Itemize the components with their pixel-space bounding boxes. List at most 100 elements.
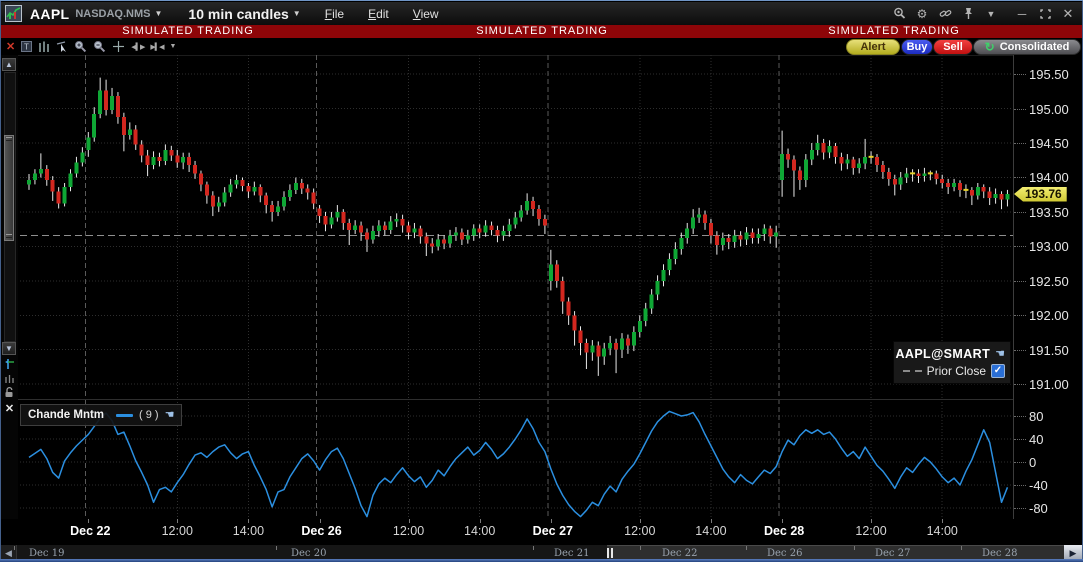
unlock-icon[interactable] (3, 386, 16, 398)
pointer-tool-icon[interactable] (56, 40, 68, 53)
axis-tick-label: 80 (1029, 409, 1044, 424)
axis-tick (1014, 177, 1026, 179)
candle-body (916, 173, 921, 177)
candle-body (602, 348, 607, 357)
axis-tick-label: 195.50 (1029, 67, 1069, 83)
candle-body (525, 200, 530, 211)
titlebar-dropdown-icon[interactable]: ▼ (984, 7, 998, 21)
candle-body (305, 188, 310, 193)
indicator-name[interactable]: Chande Mntm (28, 409, 104, 421)
candle-body (608, 342, 613, 349)
pin-icon[interactable] (961, 7, 975, 21)
zoom-in-icon[interactable] (74, 40, 87, 53)
vertical-scrollbar-thumb[interactable] (4, 135, 14, 241)
candle-body (625, 338, 630, 346)
axis-tick (1014, 280, 1026, 282)
gear-icon[interactable]: ⚙ (915, 7, 929, 21)
candle-body (946, 183, 951, 188)
candle-body (418, 228, 423, 237)
consolidated-button[interactable]: ↻ Consolidated (973, 39, 1081, 55)
menu-file[interactable]: File (325, 7, 344, 21)
drag-hand-icon[interactable]: ☚ (165, 410, 175, 421)
candle-body (299, 183, 304, 189)
menu-view[interactable]: View (413, 7, 439, 21)
candle-doji (927, 172, 933, 175)
title-bar: AAPL NASDAQ.NMS ▼ 10 min candles ▼ File … (0, 2, 1083, 25)
axis-tick (1014, 349, 1026, 351)
prior-close-checkbox[interactable]: ✓ (991, 363, 1005, 378)
scrollbar-thumb-handle[interactable] (607, 548, 613, 558)
candle-body (406, 225, 411, 233)
candle-body (809, 149, 814, 160)
candle-body (252, 187, 257, 192)
candle-body (44, 169, 49, 181)
candle-body (667, 258, 672, 270)
candle-body (578, 330, 583, 343)
prior-close-row: Prior Close ✓ (899, 362, 1005, 379)
candle-body (222, 192, 227, 203)
close-toolbar-icon[interactable]: ✕ (6, 40, 15, 53)
chart-type-icon[interactable] (38, 40, 50, 53)
axis-tick-label: 192.50 (1029, 273, 1069, 289)
candle-body (471, 228, 476, 236)
time-tick-mark (639, 519, 641, 523)
zoom-out-icon[interactable] (93, 40, 106, 53)
time-tick-mark (871, 519, 873, 523)
close-indicator-icon[interactable]: ✕ (3, 402, 16, 415)
exchange-label[interactable]: NASDAQ.NMS (75, 8, 150, 20)
buy-button[interactable]: Buy (901, 39, 933, 55)
panel-separator[interactable] (18, 399, 1013, 400)
simulated-trading-banner: SIMULATED TRADING SIMULATED TRADING SIMU… (0, 25, 1083, 38)
candle-body (720, 238, 725, 246)
bars-panel-icon[interactable] (3, 373, 16, 385)
close-window-icon[interactable]: ✕ (1061, 6, 1075, 21)
candle-body (501, 231, 506, 236)
symbol-dropdown-icon[interactable]: ▼ (154, 9, 162, 18)
candle-body (68, 173, 73, 188)
interval-selector[interactable]: 10 min candles (188, 6, 288, 22)
candle-body (80, 152, 85, 163)
momentum-axis[interactable]: 80 40 0 -40 -80 (1014, 399, 1083, 519)
candle-body (38, 169, 43, 174)
axis-tick-label: 193.50 (1029, 204, 1069, 220)
candle-body (780, 154, 785, 181)
candle-body (424, 236, 429, 244)
text-annotation-icon[interactable]: T (21, 40, 33, 53)
legend-title[interactable]: AAPL@SMART (895, 347, 990, 361)
search-icon[interactable] (892, 7, 906, 21)
candle-body (857, 163, 862, 168)
menu-edit[interactable]: Edit (368, 7, 389, 21)
time-tick-label: 14:00 (926, 524, 958, 538)
price-chart-canvas[interactable] (18, 55, 1013, 399)
scrollbar-tick (746, 546, 747, 550)
candle-body (323, 216, 328, 225)
indicator-param[interactable]: ( 9 ) (139, 409, 159, 421)
candle-body (436, 239, 441, 247)
price-axis[interactable]: 195.50 195.00 194.50 194.00 193.50 193.00 192.… (1014, 55, 1083, 399)
toolbar-more-dropdown-icon[interactable]: ▼ (170, 40, 177, 53)
candle-body (975, 187, 980, 196)
crosshair-icon[interactable] (112, 40, 125, 53)
minimize-icon[interactable]: ─ (1015, 7, 1029, 21)
interval-dropdown-icon[interactable]: ▼ (293, 9, 301, 18)
restore-icon[interactable] (1038, 7, 1052, 21)
time-axis[interactable]: Dec 22 12:00 14:00 Dec 26 12:00 14:00 Dec 27 12… (0, 519, 1083, 544)
widen-bars-icon[interactable]: ◀▍▶ (131, 40, 145, 53)
symbol-label[interactable]: AAPL (30, 6, 69, 22)
time-tick-label: 14:00 (695, 524, 727, 538)
drag-hand-icon[interactable]: ☚ (995, 348, 1005, 359)
candle-body (584, 342, 589, 353)
candle-body (353, 225, 358, 230)
narrow-bars-icon[interactable]: ▶▍◀ (150, 40, 164, 53)
sell-button[interactable]: Sell (933, 39, 973, 55)
axis-tick-label: 192.00 (1029, 308, 1069, 324)
scroll-up-button[interactable]: ▲ (2, 58, 16, 71)
candle-body (892, 178, 897, 185)
link-icon[interactable] (938, 7, 952, 21)
candle-body (851, 159, 856, 168)
drawing-tool-icon[interactable] (3, 358, 16, 370)
scrollbar-tick (276, 546, 277, 550)
alert-button[interactable]: Alert (846, 39, 900, 55)
scroll-down-button[interactable]: ▼ (2, 342, 16, 355)
scrollbar-date-label: Dec 21 (554, 548, 590, 559)
